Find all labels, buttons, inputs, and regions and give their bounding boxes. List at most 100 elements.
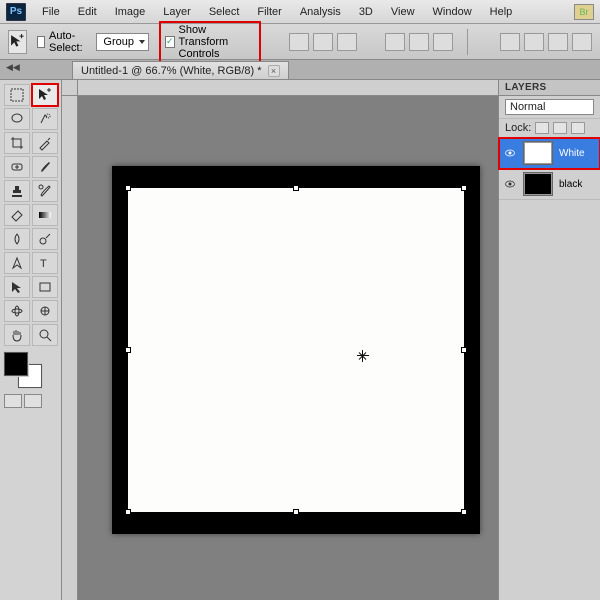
shape-tool[interactable] — [32, 276, 58, 298]
3d-camera-tool[interactable] — [32, 300, 58, 322]
layers-panel-tab[interactable]: LAYERS — [499, 80, 600, 96]
quick-mask-row — [4, 394, 57, 408]
dropdown-value: Group — [103, 36, 134, 48]
ruler-vertical[interactable] — [62, 96, 78, 600]
checkbox-icon: ✓ — [165, 36, 175, 48]
layer-name-label: black — [559, 179, 596, 190]
type-tool[interactable]: T — [32, 252, 58, 274]
auto-select-scope-dropdown[interactable]: Group — [96, 33, 149, 51]
menu-edit[interactable]: Edit — [70, 4, 105, 20]
layer-thumbnail[interactable] — [523, 141, 553, 165]
show-transform-label: Show Transform Controls — [179, 24, 256, 60]
quick-mask-button[interactable] — [24, 394, 42, 408]
eraser-tool[interactable] — [4, 204, 30, 226]
document-canvas[interactable] — [112, 166, 480, 534]
visibility-toggle[interactable] — [503, 146, 517, 160]
align-top-button[interactable] — [289, 33, 309, 51]
selected-layer-bounds[interactable] — [128, 188, 464, 512]
transform-handle-ml[interactable] — [125, 347, 131, 353]
bridge-icon[interactable]: Br — [574, 4, 594, 20]
transform-handle-bm[interactable] — [293, 509, 299, 515]
align-bottom-button[interactable] — [337, 33, 357, 51]
distribute-2-button[interactable] — [524, 33, 544, 51]
visibility-toggle[interactable] — [503, 177, 517, 191]
blend-mode-row: Normal — [499, 96, 600, 119]
menu-layer[interactable]: Layer — [155, 4, 199, 20]
ruler-horizontal[interactable] — [78, 80, 498, 96]
healing-tool[interactable] — [4, 156, 30, 178]
blur-tool[interactable] — [4, 228, 30, 250]
path-select-tool[interactable] — [4, 276, 30, 298]
eyedropper-tool[interactable] — [32, 132, 58, 154]
transform-handle-mr[interactable] — [461, 347, 467, 353]
align-right-button[interactable] — [433, 33, 453, 51]
history-brush-tool[interactable] — [32, 180, 58, 202]
layer-name-label: White — [559, 148, 596, 159]
collapse-toolbox-icon[interactable]: ◀◀ — [6, 62, 20, 73]
lock-label: Lock: — [505, 122, 531, 134]
transform-handle-tr[interactable] — [461, 185, 467, 191]
blend-mode-dropdown[interactable]: Normal — [505, 99, 594, 115]
gradient-tool[interactable] — [32, 204, 58, 226]
menu-filter[interactable]: Filter — [249, 4, 289, 20]
menu-bar: Ps File Edit Image Layer Select Filter A… — [0, 0, 600, 24]
menu-file[interactable]: File — [34, 4, 68, 20]
standard-mode-button[interactable] — [4, 394, 22, 408]
align-vcenter-button[interactable] — [313, 33, 333, 51]
distribute-3-button[interactable] — [548, 33, 568, 51]
menu-analysis[interactable]: Analysis — [292, 4, 349, 20]
menu-help[interactable]: Help — [482, 4, 521, 20]
move-tool[interactable] — [32, 84, 58, 106]
menu-view[interactable]: View — [383, 4, 423, 20]
auto-select-label: Auto-Select: — [49, 30, 86, 54]
transform-handle-bl[interactable] — [125, 509, 131, 515]
brush-tool[interactable] — [32, 156, 58, 178]
lock-position-button[interactable] — [571, 122, 585, 134]
stamp-tool[interactable] — [4, 180, 30, 202]
quick-select-tool[interactable] — [32, 108, 58, 130]
close-tab-icon[interactable]: × — [268, 65, 280, 77]
options-bar: Auto-Select: Group ✓ Show Transform Cont… — [0, 24, 600, 60]
show-transform-checkbox[interactable]: ✓ Show Transform Controls — [165, 24, 255, 60]
ruler-origin[interactable] — [62, 80, 78, 96]
align-left-button[interactable] — [385, 33, 405, 51]
toolbox: T — [0, 80, 62, 600]
foreground-color-swatch[interactable] — [4, 352, 28, 376]
layer-row-white[interactable]: White — [499, 138, 600, 169]
dodge-tool[interactable] — [32, 228, 58, 250]
layer-row-black[interactable]: black — [499, 169, 600, 200]
crop-tool[interactable] — [4, 132, 30, 154]
zoom-tool[interactable] — [32, 324, 58, 346]
layer-thumbnail[interactable] — [523, 172, 553, 196]
distribute-4-button[interactable] — [572, 33, 592, 51]
transform-handle-tl[interactable] — [125, 185, 131, 191]
align-buttons-group-1 — [289, 33, 357, 51]
lock-pixels-button[interactable] — [553, 122, 567, 134]
app-logo: Ps — [6, 3, 26, 21]
transform-anchor-icon[interactable] — [357, 350, 369, 362]
transform-handle-br[interactable] — [461, 509, 467, 515]
lock-row: Lock: — [499, 119, 600, 138]
menu-select[interactable]: Select — [201, 4, 248, 20]
transform-handle-tm[interactable] — [293, 185, 299, 191]
3d-rotate-tool[interactable] — [4, 300, 30, 322]
canvas-viewport[interactable] — [78, 96, 498, 600]
align-hcenter-button[interactable] — [409, 33, 429, 51]
panels-dock: LAYERS Normal Lock: White black — [498, 80, 600, 600]
lasso-tool[interactable] — [4, 108, 30, 130]
marquee-tool[interactable] — [4, 84, 30, 106]
menu-3d[interactable]: 3D — [351, 4, 381, 20]
current-tool-indicator[interactable] — [8, 30, 27, 54]
lock-transparency-button[interactable] — [535, 122, 549, 134]
document-tab-bar: ◀◀ Untitled-1 @ 66.7% (White, RGB/8) * × — [0, 60, 600, 80]
document-tab[interactable]: Untitled-1 @ 66.7% (White, RGB/8) * × — [72, 61, 289, 79]
hand-tool[interactable] — [4, 324, 30, 346]
align-buttons-group-2 — [385, 33, 453, 51]
blend-mode-value: Normal — [510, 101, 545, 113]
distribute-1-button[interactable] — [500, 33, 520, 51]
menu-window[interactable]: Window — [425, 4, 480, 20]
menu-image[interactable]: Image — [107, 4, 154, 20]
color-swatches[interactable] — [4, 352, 48, 388]
pen-tool[interactable] — [4, 252, 30, 274]
auto-select-checkbox[interactable]: Auto-Select: — [37, 30, 87, 54]
